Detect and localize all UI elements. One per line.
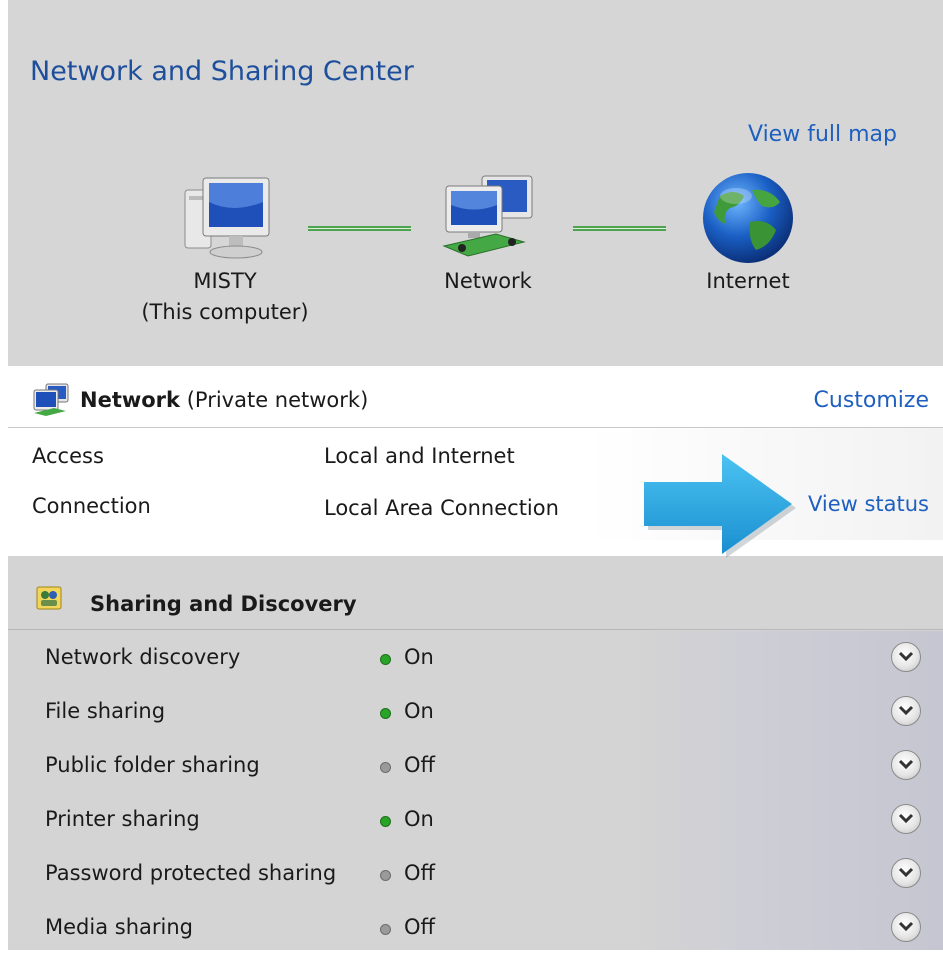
network-type: (Private network) [186, 388, 369, 412]
network-name-bold: Network [80, 388, 181, 412]
share-label: Public folder sharing [45, 753, 260, 777]
status-on-icon [380, 708, 391, 719]
internet-name: Internet [706, 269, 790, 293]
status-text: On [404, 645, 434, 669]
chevron-down-icon [898, 759, 914, 770]
sharing-row-password-protected: Password protected sharing Off [8, 848, 943, 902]
sharing-header: Sharing and Discovery [8, 556, 943, 630]
view-full-map-link[interactable]: View full map [748, 122, 897, 147]
expand-button[interactable] [891, 804, 921, 834]
network-icon[interactable] [438, 172, 548, 262]
network-name: Network [444, 269, 532, 293]
network-properties: Access Local and Internet Connection Loc… [8, 428, 943, 540]
status-text: On [404, 807, 434, 831]
chevron-down-icon [898, 705, 914, 716]
status-text: On [404, 699, 434, 723]
chevron-down-icon [898, 651, 914, 662]
share-label: Password protected sharing [45, 861, 337, 885]
sharing-title: Sharing and Discovery [90, 592, 357, 616]
network-map-panel: Network and Sharing Center View full map… [8, 0, 943, 366]
status-value: On [380, 807, 434, 831]
network-details-panel: Network (Private network) Customize Acce… [8, 366, 943, 556]
sharing-row-file-sharing: File sharing On [8, 686, 943, 740]
map-node-internet: Internet [688, 266, 808, 297]
chevron-down-icon [898, 813, 914, 824]
status-value: Off [380, 861, 435, 885]
expand-button[interactable] [891, 912, 921, 942]
access-label: Access [32, 444, 104, 468]
computer-name: MISTY [193, 269, 257, 293]
access-value: Local and Internet [324, 444, 515, 468]
sharing-row-media-sharing: Media sharing Off [8, 902, 943, 956]
sharing-icon [36, 586, 62, 610]
computer-subtitle: (This computer) [141, 300, 309, 324]
network-header: Network (Private network) Customize [8, 366, 943, 428]
status-text: Off [404, 915, 435, 939]
globe-icon[interactable] [700, 170, 796, 266]
status-text: Off [404, 861, 435, 885]
status-value: On [380, 699, 434, 723]
page-title: Network and Sharing Center [30, 56, 414, 87]
share-label: File sharing [45, 699, 166, 723]
sharing-row-network-discovery: Network discovery On [8, 632, 943, 686]
status-off-icon [380, 870, 391, 881]
chevron-down-icon [898, 921, 914, 932]
map-link-line [308, 226, 411, 231]
share-label: Media sharing [45, 915, 193, 939]
connection-label: Connection [32, 494, 151, 518]
map-link-line [573, 226, 666, 231]
expand-button[interactable] [891, 642, 921, 672]
map-node-computer: MISTY (This computer) [140, 266, 310, 328]
sharing-row-public-folder: Public folder sharing Off [8, 740, 943, 794]
sharing-row-printer-sharing: Printer sharing On [8, 794, 943, 848]
status-value: On [380, 645, 434, 669]
customize-link[interactable]: Customize [814, 388, 929, 413]
chevron-down-icon [898, 867, 914, 878]
expand-button[interactable] [891, 750, 921, 780]
expand-button[interactable] [891, 696, 921, 726]
status-text: Off [404, 753, 435, 777]
view-status-link[interactable]: View status [808, 492, 929, 516]
share-label: Printer sharing [45, 807, 200, 831]
computer-icon[interactable] [173, 172, 283, 262]
expand-button[interactable] [891, 858, 921, 888]
status-on-icon [380, 816, 391, 827]
map-node-network: Network [423, 266, 553, 297]
status-off-icon [380, 924, 391, 935]
status-value: Off [380, 915, 435, 939]
status-off-icon [380, 762, 391, 773]
callout-arrow-icon [644, 454, 796, 558]
network-name-label: Network (Private network) [80, 388, 368, 412]
share-label: Network discovery [45, 645, 241, 669]
connection-value: Local Area Connection [324, 496, 559, 520]
status-value: Off [380, 753, 435, 777]
sharing-discovery-panel: Sharing and Discovery Network discovery … [8, 556, 943, 950]
network-icon [33, 383, 69, 416]
status-on-icon [380, 654, 391, 665]
